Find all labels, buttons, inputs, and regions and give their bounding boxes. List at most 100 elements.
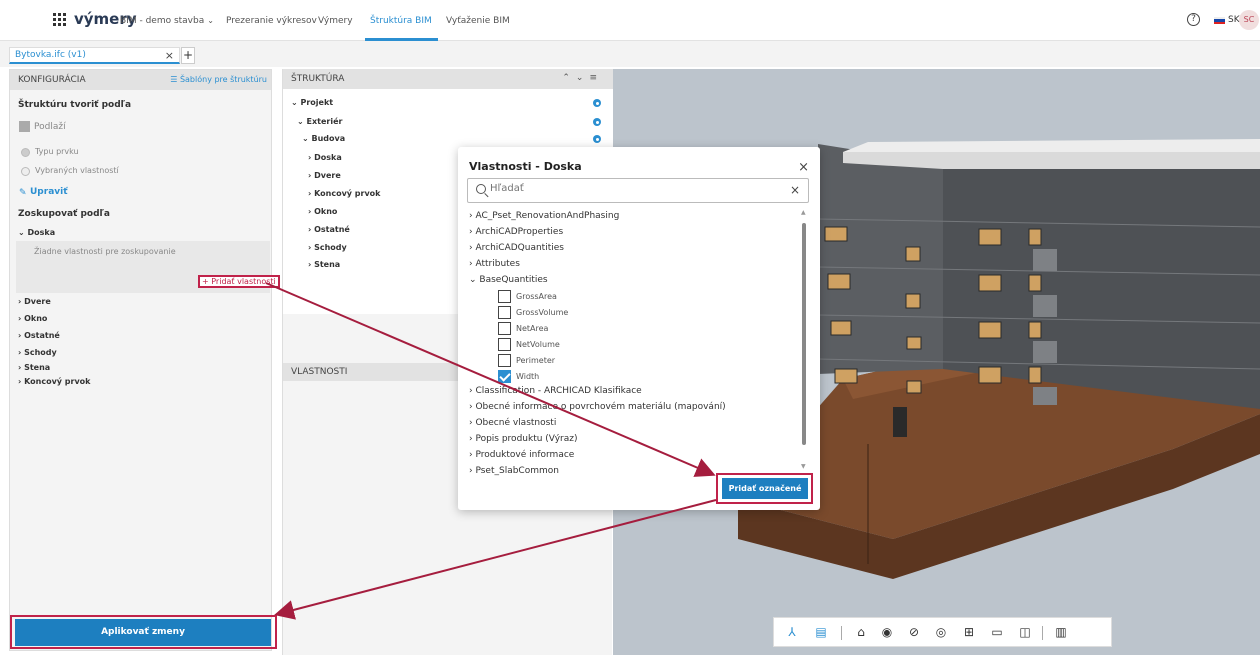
nav-bim-structure[interactable]: Štruktúra BIM <box>370 16 432 26</box>
configuration-title: KONFIGURÁCIA <box>18 75 86 85</box>
group-item-window-label: Okno <box>24 314 48 323</box>
property-group[interactable]: › Classification - ARCHICAD Klasifikace <box>469 386 642 396</box>
nav-bim-extraction[interactable]: Vyťaženie BIM <box>446 16 510 26</box>
property-group[interactable]: › ArchiCADQuantities <box>469 243 564 253</box>
file-tab[interactable]: Bytovka.ifc (v1) × <box>9 47 180 64</box>
property-group[interactable]: › Popis produktu (Výraz) <box>469 434 578 444</box>
tree-node-wall[interactable]: › Stena <box>308 260 340 269</box>
checkbox-label: GrossArea <box>516 292 557 301</box>
floors-toggle[interactable] <box>19 121 30 132</box>
section-icon[interactable]: ⊞ <box>962 625 976 639</box>
property-group[interactable]: › Obecné informace o povrchovém materiál… <box>469 402 726 412</box>
clear-icon[interactable]: × <box>790 183 800 197</box>
highlight-frame <box>10 615 277 649</box>
tree-node-exterior[interactable]: ⌄ Exteriér <box>297 117 342 126</box>
list-icon[interactable]: ▤ <box>814 625 828 639</box>
filter-icon[interactable]: ≡ <box>589 73 603 83</box>
visibility-eye-icon[interactable] <box>593 99 601 107</box>
structure-header: ŠTRUKTÚRA ⌃⌄≡ <box>283 69 613 89</box>
add-property-button[interactable]: + Pridať vlastnosti <box>198 275 280 288</box>
group-item-slab-label: Doska <box>27 228 56 237</box>
property-group[interactable]: › AC_Pset_RenovationAndPhasing <box>469 211 619 221</box>
home-icon[interactable]: ⌂ <box>854 625 868 639</box>
eye-off-icon[interactable]: ⊘ <box>907 625 921 639</box>
search-box: × <box>467 178 809 203</box>
property-group-label: BaseQuantities <box>479 275 548 285</box>
checkbox-netvolume[interactable] <box>498 338 511 351</box>
checkbox-perimeter[interactable] <box>498 354 511 367</box>
structure-header-actions[interactable]: ⌃⌄≡ <box>562 73 603 83</box>
search-input[interactable] <box>490 183 770 194</box>
group-item-end-element-label: Koncový prvok <box>24 377 91 386</box>
tree-node-stairs[interactable]: › Schody <box>308 243 347 252</box>
group-item-stairs[interactable]: › Schody <box>18 348 57 357</box>
property-group[interactable]: › ArchiCADProperties <box>469 227 563 237</box>
language-label[interactable]: SK <box>1228 15 1240 25</box>
slovak-flag-icon[interactable] <box>1214 17 1225 24</box>
close-icon[interactable]: × <box>165 49 174 62</box>
property-group-label: Obecné informace o povrchovém materiálu … <box>475 402 726 412</box>
add-tab-button[interactable]: + <box>181 47 195 64</box>
eye-icon[interactable]: ◉ <box>880 625 894 639</box>
properties-title: VLASTNOSTI <box>291 367 348 377</box>
configuration-header: KONFIGURÁCIA ☰ Šablóny pre štruktúru <box>10 70 271 90</box>
visibility-eye-icon[interactable] <box>593 118 601 126</box>
checkbox-netarea[interactable] <box>498 322 511 335</box>
modal-title: Vlastnosti - Doska <box>469 160 582 173</box>
tree-node-building-label: Budova <box>311 134 346 143</box>
tree-node-project[interactable]: ⌄ Projekt <box>291 98 333 107</box>
user-avatar[interactable]: SC <box>1239 10 1259 30</box>
apps-grid-icon[interactable] <box>53 13 66 26</box>
selected-props-radio[interactable] <box>21 167 30 176</box>
scrollbar-thumb[interactable] <box>802 223 806 445</box>
tree-node-other[interactable]: › Ostatné <box>308 225 350 234</box>
property-group[interactable]: › Attributes <box>469 259 520 269</box>
structure-icon[interactable]: ⅄ <box>785 625 799 639</box>
type-radio[interactable] <box>21 148 30 157</box>
group-item-other[interactable]: › Ostatné <box>18 331 60 340</box>
tree-node-end-element-label: Koncový prvok <box>314 189 381 198</box>
group-by-label: Zoskupovať podľa <box>18 209 110 219</box>
group-item-door-label: Dvere <box>24 297 51 306</box>
group-item-wall-label: Stena <box>24 363 51 372</box>
nav-project-select[interactable]: BIM - demo stavba ⌄ <box>120 16 214 26</box>
group-item-wall[interactable]: › Stena <box>18 363 50 372</box>
structure-templates-link[interactable]: ☰ Šablóny pre štruktúru <box>170 75 267 84</box>
tree-node-building[interactable]: ⌄ Budova <box>302 134 345 143</box>
split-view-icon[interactable]: ◫ <box>1018 625 1032 639</box>
tree-node-door[interactable]: › Dvere <box>308 171 341 180</box>
scroll-up-icon[interactable]: ▲ <box>801 209 806 216</box>
property-group-expanded[interactable]: ⌄ BaseQuantities <box>469 275 548 285</box>
close-icon[interactable]: × <box>798 160 809 175</box>
layers-icon[interactable]: ▥ <box>1054 625 1068 639</box>
group-item-door[interactable]: › Dvere <box>18 297 51 306</box>
nav-drawings[interactable]: Prezeranie výkresov <box>226 16 317 26</box>
tree-node-stairs-label: Schody <box>314 243 347 252</box>
pencil-icon[interactable]: ✎ <box>19 188 28 198</box>
ruler-icon[interactable]: ▭ <box>990 625 1004 639</box>
property-group[interactable]: › Produktové informace <box>469 450 574 460</box>
toolbar-separator <box>841 626 842 640</box>
nav-measurements[interactable]: Výmery <box>318 16 353 26</box>
target-icon[interactable]: ◎ <box>934 625 948 639</box>
collapse-all-icon[interactable]: ⌃ <box>562 73 576 83</box>
property-group[interactable]: › Pset_SlabCommon <box>469 466 559 476</box>
help-icon[interactable]: ? <box>1187 13 1200 26</box>
edit-link[interactable]: Upraviť <box>30 187 68 197</box>
group-item-slab[interactable]: ⌄ Doska <box>18 228 55 237</box>
checkbox-width[interactable] <box>498 370 511 383</box>
checkbox-label: NetVolume <box>516 340 560 349</box>
configuration-panel: KONFIGURÁCIA ☰ Šablóny pre štruktúru Štr… <box>9 69 280 651</box>
group-item-window[interactable]: › Okno <box>18 314 47 323</box>
tree-node-window[interactable]: › Okno <box>308 207 337 216</box>
scroll-down-icon[interactable]: ▼ <box>801 463 806 470</box>
group-item-end-element[interactable]: › Koncový prvok <box>18 377 91 386</box>
property-group[interactable]: › Obecné vlastnosti <box>469 418 556 428</box>
checkbox-grossarea[interactable] <box>498 290 511 303</box>
checkbox-grossvolume[interactable] <box>498 306 511 319</box>
tree-node-slab[interactable]: › Doska <box>308 153 342 162</box>
tree-node-end-element[interactable]: › Koncový prvok <box>308 189 381 198</box>
entrance-door <box>893 407 907 437</box>
expand-all-icon[interactable]: ⌄ <box>576 73 590 83</box>
visibility-eye-icon[interactable] <box>593 135 601 143</box>
